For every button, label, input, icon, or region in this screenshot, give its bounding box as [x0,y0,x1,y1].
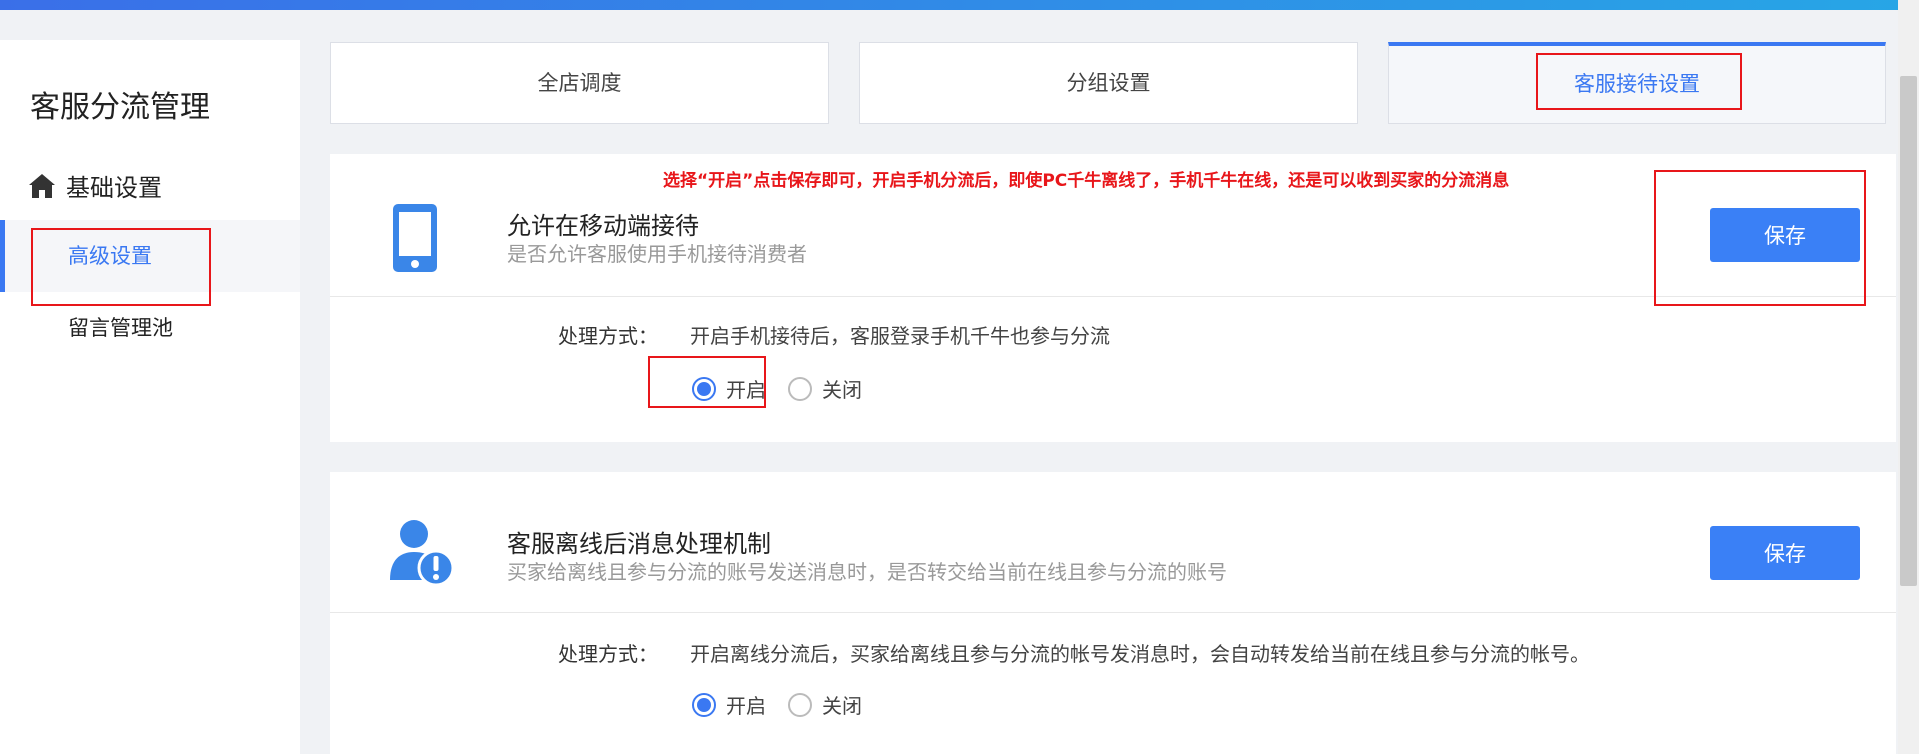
method-description: 开启离线分流后，买家给离线且参与分流的帐号发消息时，会自动转发给当前在线且参与分… [690,642,1590,666]
panel-header: 客服离线后消息处理机制 买家给离线且参与分流的账号发送消息时，是否转交给当前在线… [330,472,1896,613]
scrollbar-thumb[interactable] [1900,76,1917,586]
radio-disable[interactable]: 关闭 [788,374,862,403]
save-button[interactable]: 保存 [1710,526,1860,580]
radio-group-mobile-reception: 开启 关闭 [692,374,884,403]
panel-mobile-reception: 允许在移动端接待 是否允许客服使用手机接待消费者 保存 处理方式： 开启手机接待… [330,154,1896,442]
tab-service-reception-settings[interactable]: 客服接待设置 [1388,42,1886,124]
sidebar-item-advanced-settings[interactable]: 高级设置 [0,220,300,292]
sidebar-item-message-pool[interactable]: 留言管理池 [0,292,300,364]
radio-selected-icon [692,376,716,401]
radio-label: 关闭 [822,378,862,402]
radio-selected-icon [692,692,716,717]
annotation-note: 选择“开启”点击保存即可，开启手机分流后，即使PC千牛离线了，手机千牛在线，还是… [663,171,1510,191]
radio-label: 开启 [726,378,766,402]
radio-label: 关闭 [822,694,862,718]
sidebar-group-basic-settings[interactable]: 基础设置 [28,168,162,203]
save-button[interactable]: 保存 [1710,208,1860,262]
sidebar: 客服分流管理 基础设置 高级设置 留言管理池 [0,40,300,754]
panel-offline-message-handling: 客服离线后消息处理机制 买家给离线且参与分流的账号发送消息时，是否转交给当前在线… [330,472,1896,754]
panel-title: 允许在移动端接待 [507,212,699,240]
sidebar-group-label: 基础设置 [66,174,162,202]
radio-disable[interactable]: 关闭 [788,690,862,719]
sidebar-title: 客服分流管理 [30,90,210,125]
method-label: 处理方式： [558,642,658,666]
radio-enable[interactable]: 开启 [692,374,766,403]
radio-unselected-icon [788,692,812,717]
tab-group-settings[interactable]: 分组设置 [859,42,1358,124]
radio-enable[interactable]: 开启 [692,690,766,719]
top-accent-bar [0,0,1919,10]
panel-title: 客服离线后消息处理机制 [507,530,771,558]
panel-subtitle: 买家给离线且参与分流的账号发送消息时，是否转交给当前在线且参与分流的账号 [507,560,1227,584]
radio-label: 开启 [726,694,766,718]
panel-subtitle: 是否允许客服使用手机接待消费者 [507,242,807,266]
sidebar-item-label: 高级设置 [68,244,152,268]
radio-group-offline-handling: 开启 关闭 [692,690,884,719]
user-warning-icon [390,520,455,587]
tab-store-dispatch[interactable]: 全店调度 [330,42,829,124]
home-icon [29,173,55,198]
sidebar-item-label: 留言管理池 [68,316,173,340]
method-label: 处理方式： [558,324,658,348]
radio-unselected-icon [788,376,812,401]
method-description: 开启手机接待后，客服登录手机千牛也参与分流 [690,324,1110,348]
mobile-phone-icon [393,204,437,272]
